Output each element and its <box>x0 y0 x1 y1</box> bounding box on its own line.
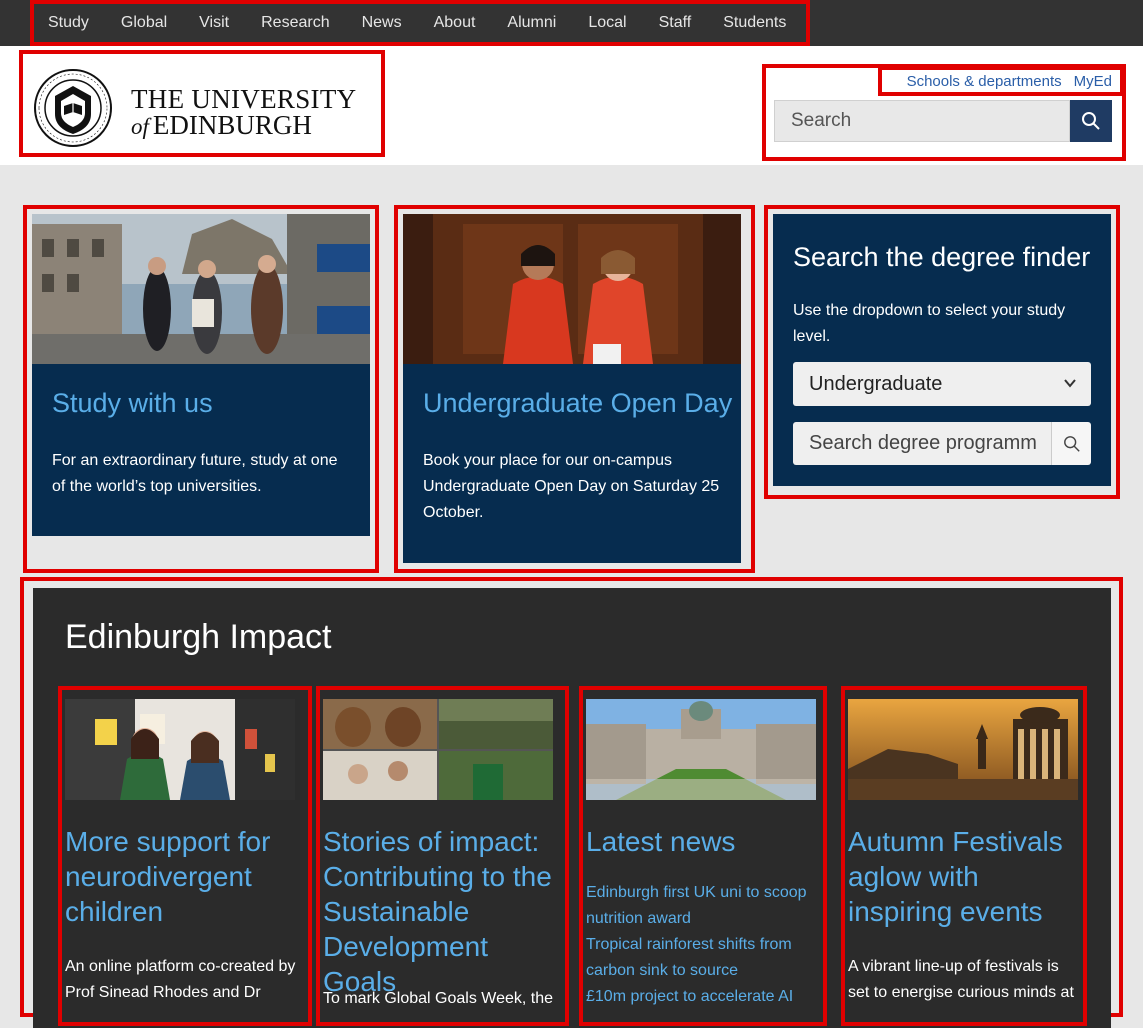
sustainable-goals-collage-image <box>323 699 553 800</box>
degree-search-button[interactable] <box>1051 422 1091 465</box>
top-navigation-bar: Study Global Visit Research News About A… <box>0 0 1143 46</box>
degree-search-input[interactable]: Search degree programm <box>793 422 1051 465</box>
logo-of: of <box>131 114 149 139</box>
impact-card-latest-news: Latest news Edinburgh first UK uni to sc… <box>579 686 827 1026</box>
impact-card-sdg[interactable]: Stories of impact: Contributing to the S… <box>316 686 569 1026</box>
impact-card-title: Stories of impact: Contributing to the S… <box>323 826 552 997</box>
study-level-value: Undergraduate <box>809 373 943 395</box>
undergraduate-open-day-card[interactable]: Undergraduate Open Day Book your place f… <box>403 214 741 563</box>
card-title: Study with us <box>52 388 213 418</box>
nav-students[interactable]: Students <box>723 14 786 32</box>
impact-card-title: More support for neurodivergent children <box>65 826 271 927</box>
students-old-town-image <box>32 214 370 364</box>
nav-news[interactable]: News <box>362 14 402 32</box>
nav-about[interactable]: About <box>434 14 476 32</box>
impact-card-text: A vibrant line-up of festivals is set to… <box>848 958 1074 1001</box>
impact-card-text: To mark Global Goals Week, the <box>323 990 554 1007</box>
search-icon <box>1082 112 1100 130</box>
nav-research[interactable]: Research <box>261 14 329 32</box>
search-icon <box>1063 435 1080 452</box>
open-day-students-image <box>403 214 741 364</box>
nav-alumni[interactable]: Alumni <box>507 14 556 32</box>
header-utility-area: Schools & departments MyEd Search <box>762 64 1126 161</box>
degree-finder-panel: Search the degree finder Use the dropdow… <box>773 214 1111 486</box>
impact-card-title: Latest news <box>586 826 736 857</box>
news-link-nutrition-award[interactable]: Edinburgh first UK uni to scoop nutritio… <box>586 880 818 932</box>
degree-finder-help: Use the dropdown to select your study le… <box>793 302 1066 345</box>
schools-departments-link[interactable]: Schools & departments <box>907 73 1062 90</box>
neurodivergent-support-image <box>65 699 295 800</box>
chevron-down-icon <box>1064 379 1076 388</box>
logo-wordmark-line2: of EDINBURGH <box>131 110 312 141</box>
impact-card-neurodivergent[interactable]: More support for neurodivergent children… <box>58 686 312 1026</box>
card-description: Book your place for our on-campus Underg… <box>423 452 720 521</box>
logo-edinburgh: EDINBURGH <box>152 110 312 140</box>
latest-news-list: Edinburgh first UK uni to scoop nutritio… <box>586 880 818 1010</box>
university-logo-link[interactable]: THE UNIVERSITY of EDINBURGH <box>19 50 385 157</box>
site-search-button[interactable] <box>1070 100 1112 142</box>
study-card-frame: Study with us For an extraordinary futur… <box>23 205 379 573</box>
impact-card-text: An online platform co-created by Prof Si… <box>65 958 296 1001</box>
news-link-rainforest[interactable]: Tropical rainforest shifts from carbon s… <box>586 932 818 984</box>
impact-card-title: Autumn Festivals aglow with inspiring ev… <box>848 826 1063 927</box>
old-college-quad-image <box>586 699 816 800</box>
nav-visit[interactable]: Visit <box>199 14 229 32</box>
nav-study[interactable]: Study <box>48 14 89 32</box>
study-level-select[interactable]: Undergraduate <box>793 362 1091 406</box>
edinburgh-impact-section: Edinburgh Impact More support for neurod… <box>33 588 1111 1028</box>
open-day-card-frame: Undergraduate Open Day Book your place f… <box>394 205 755 573</box>
site-search-input[interactable]: Search <box>774 100 1070 142</box>
utility-links: Schools & departments MyEd <box>878 66 1124 96</box>
card-description: For an extraordinary future, study at on… <box>52 452 338 495</box>
degree-finder-title: Search the degree finder <box>793 242 1091 272</box>
myed-link[interactable]: MyEd <box>1074 73 1112 90</box>
degree-finder-frame: Search the degree finder Use the dropdow… <box>764 205 1120 499</box>
nav-staff[interactable]: Staff <box>659 14 692 32</box>
impact-section-title: Edinburgh Impact <box>65 618 332 656</box>
site-header: THE UNIVERSITY of EDINBURGH Schools & dep… <box>0 46 1143 165</box>
top-nav-list: Study Global Visit Research News About A… <box>30 0 810 46</box>
impact-card-autumn-festivals[interactable]: Autumn Festivals aglow with inspiring ev… <box>841 686 1087 1026</box>
nav-local[interactable]: Local <box>588 14 626 32</box>
nav-global[interactable]: Global <box>121 14 167 32</box>
news-link-ai-project[interactable]: £10m project to accelerate AI <box>586 984 818 1010</box>
study-with-us-card[interactable]: Study with us For an extraordinary futur… <box>32 214 370 536</box>
edinburgh-skyline-sunset-image <box>848 699 1078 800</box>
university-crest-icon <box>34 69 112 147</box>
impact-section-frame: Edinburgh Impact More support for neurod… <box>20 577 1123 1028</box>
card-title: Undergraduate Open Day <box>423 388 733 418</box>
